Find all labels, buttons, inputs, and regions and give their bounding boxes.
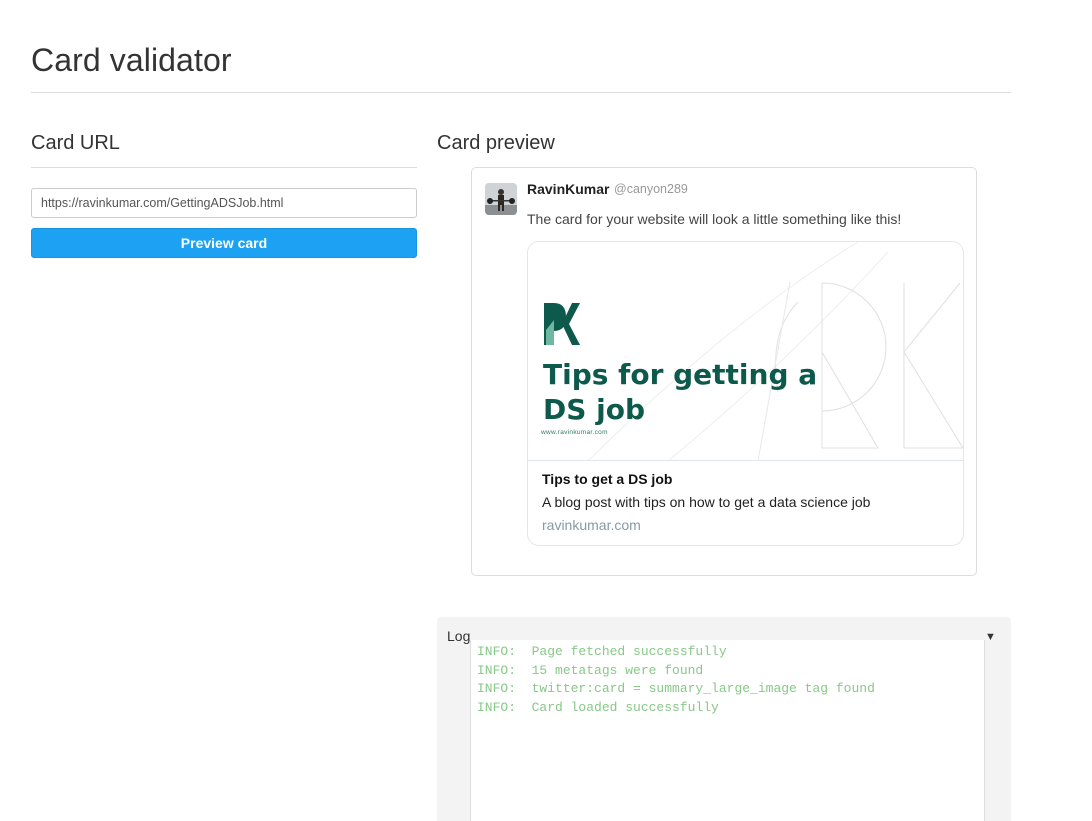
summary-card[interactable]: Tips for getting a DS job www.ravinkumar… (527, 241, 964, 546)
card-image: Tips for getting a DS job www.ravinkumar… (528, 242, 963, 461)
card-title: Tips to get a DS job (542, 471, 673, 487)
card-image-site: www.ravinkumar.com (541, 429, 608, 436)
card-domain: ravinkumar.com (542, 517, 641, 533)
tweet-text: The card for your website will look a li… (527, 211, 902, 227)
card-url-input[interactable] (31, 188, 417, 218)
log-output: INFO: Page fetched successfully INFO: 15… (470, 640, 985, 821)
page-title: Card validator (31, 42, 232, 78)
title-divider (31, 92, 1011, 93)
author-name: RavinKumar (527, 181, 610, 197)
avatar (485, 183, 517, 215)
log-line: INFO: Page fetched successfully (477, 644, 727, 659)
card-image-heading: Tips for getting a DS job (543, 358, 818, 426)
caret-down-icon[interactable]: ▼ (985, 631, 996, 643)
card-description: A blog post with tips on how to get a da… (542, 494, 871, 510)
author-handle: @canyon289 (614, 182, 688, 196)
log-title: Log (447, 628, 471, 644)
log-panel: Log ▼ INFO: Page fetched successfully IN… (437, 617, 1011, 821)
card-url-divider (31, 167, 417, 168)
card-url-heading: Card URL (31, 132, 120, 154)
avatar-image (485, 183, 517, 215)
tweet-preview: RavinKumar @canyon289 The card for your … (471, 167, 977, 576)
log-line: INFO: 15 metatags were found (477, 662, 704, 678)
log-line: INFO: twitter:card = summary_large_image… (477, 681, 875, 696)
preview-card-button[interactable]: Preview card (31, 228, 417, 258)
card-preview-heading: Card preview (437, 132, 555, 154)
log-line: INFO: Card loaded successfully (477, 699, 719, 715)
